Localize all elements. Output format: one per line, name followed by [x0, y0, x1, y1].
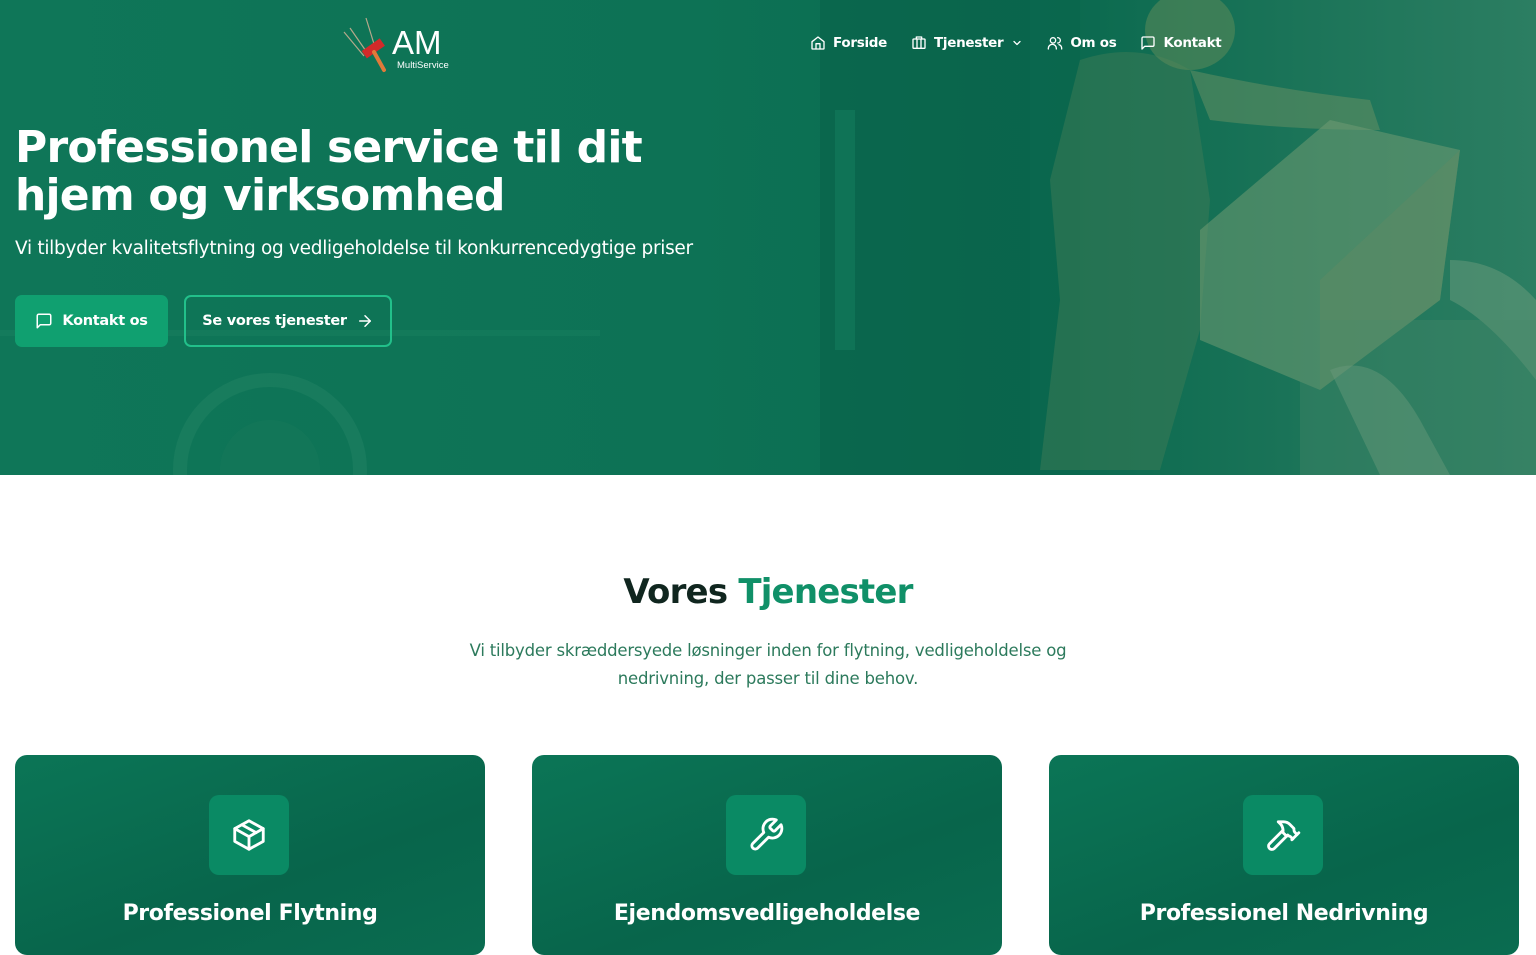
card-icon-box — [726, 795, 806, 875]
services-description: Vi tilbyder skræddersyede løsninger inde… — [469, 641, 1067, 688]
nav-item-kontakt[interactable]: Kontakt — [1140, 35, 1222, 51]
card-icon-box — [1243, 795, 1323, 875]
logo-text: AM — [392, 24, 442, 61]
card-title: Ejendomsvedligeholdelse — [613, 901, 921, 926]
hero-title: Professionel service til dit hjem og vir… — [15, 122, 643, 221]
services-title-accent: Tjenester — [738, 572, 913, 612]
nav-item-om-os[interactable]: Om os — [1047, 35, 1117, 51]
services-title-part1: Vores — [623, 572, 728, 612]
message-square-icon — [1141, 36, 1156, 50]
button-label: Kontakt os — [62, 313, 148, 329]
message-square-icon — [36, 313, 52, 329]
hammer-icon — [1267, 820, 1301, 851]
card-title: Professionel Flytning — [122, 901, 378, 926]
wrench-icon — [750, 817, 784, 851]
nav-label: Tjenester — [934, 35, 1004, 51]
users-icon — [1048, 37, 1063, 50]
nav-item-tjenester[interactable]: Tjenester — [911, 35, 1023, 51]
window-squeegee-icon — [343, 17, 386, 72]
building-icon — [912, 36, 926, 49]
home-icon — [811, 36, 825, 50]
brand-logo[interactable]: AM MultiService — [340, 14, 460, 74]
nav-label: Kontakt — [1163, 35, 1222, 51]
service-card-vedligeholdelse[interactable]: Ejendomsvedligeholdelse — [532, 755, 1002, 955]
card-icon-box — [209, 795, 289, 875]
hero-subtitle: Vi tilbyder kvalitetsflytning og vedlige… — [15, 238, 693, 259]
chevron-down-icon — [1013, 40, 1021, 46]
card-title: Professionel Nedrivning — [1139, 901, 1429, 926]
nav-item-forside[interactable]: Forside — [810, 35, 887, 51]
nav-label: Om os — [1070, 35, 1117, 51]
see-services-button[interactable]: Se vores tjenester — [184, 295, 392, 347]
arrow-right-icon — [358, 315, 371, 327]
service-card-flytning[interactable]: Professionel Flytning — [15, 755, 485, 955]
contact-us-button[interactable]: Kontakt os — [15, 295, 168, 347]
hero-section: AM MultiService Forside Tjenester Om os … — [0, 0, 1536, 475]
main-nav: Forside Tjenester Om os Kontakt — [810, 33, 1245, 53]
services-title: Vores Tjenester — [0, 572, 1536, 612]
package-icon — [233, 819, 265, 851]
logo-subtext: MultiService — [397, 60, 449, 71]
service-card-nedrivning[interactable]: Professionel Nedrivning — [1049, 755, 1519, 955]
button-label: Se vores tjenester — [202, 313, 347, 329]
nav-label: Forside — [833, 35, 887, 51]
